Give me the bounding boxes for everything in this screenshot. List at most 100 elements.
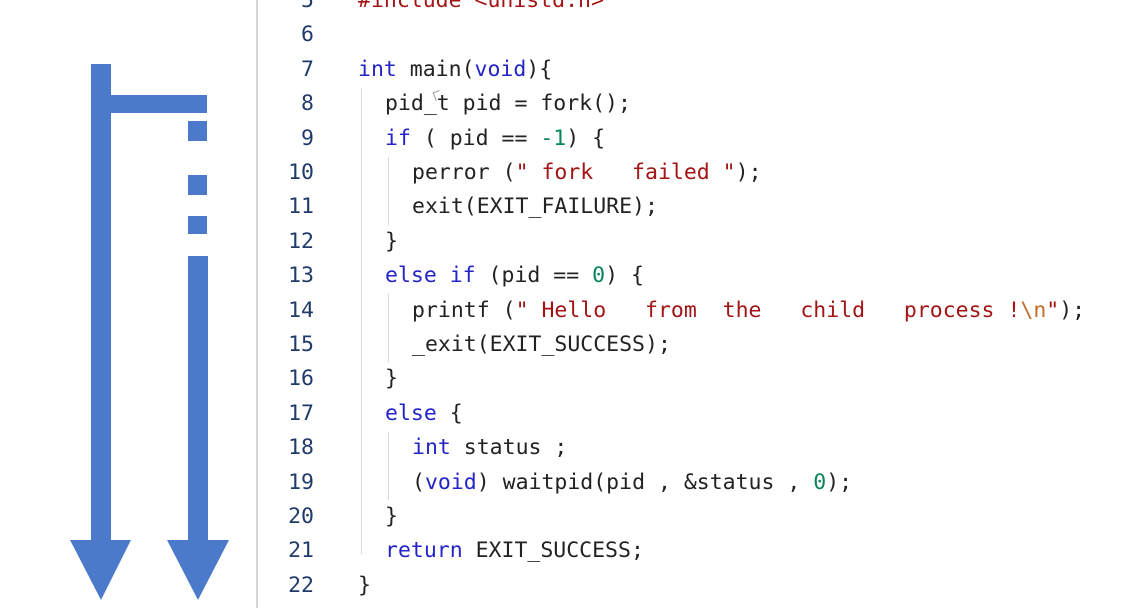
code-text: printf (" Hello from the child process !…	[412, 294, 1085, 328]
code-editor[interactable]: 5 #include <unistd.h> 6 7 int main(void){8 pi…	[256, 0, 1133, 608]
code-token: _exit(EXIT_SUCCESS);	[412, 332, 671, 357]
parent-process-arrowhead	[70, 540, 131, 600]
code-token: ) waitpid(pid , &status ,	[476, 469, 814, 495]
code-line[interactable]: 6	[258, 18, 1133, 52]
code-line[interactable]: 20}	[258, 500, 1133, 534]
code-token: {	[436, 400, 463, 426]
child-process-arrow-shaft	[188, 256, 208, 544]
line-number: 9	[301, 125, 314, 151]
line-number: 7	[301, 56, 314, 82]
code-text: }	[358, 569, 371, 603]
code-line[interactable]: 9 if ( pid == -1) {	[258, 122, 1133, 156]
code-token: EXIT_SUCCESS;	[462, 538, 644, 564]
code-line[interactable]: 21 return EXIT_SUCCESS;	[258, 534, 1133, 568]
code-token: void	[474, 56, 527, 82]
code-token: else	[385, 400, 437, 426]
code-token: }	[385, 366, 398, 392]
code-token: ) {	[605, 263, 644, 289]
line-number: 12	[288, 228, 314, 254]
code-line[interactable]: 16}	[258, 362, 1133, 396]
code-text: }	[385, 362, 398, 396]
code-token: exit(EXIT_FAILURE);	[412, 194, 658, 220]
code-token: ){	[526, 56, 553, 82]
code-token: );	[735, 160, 762, 185]
code-text: else {	[385, 397, 463, 431]
line-number: 19	[288, 469, 314, 495]
code-token: 0	[813, 469, 827, 495]
code-token: }	[358, 572, 371, 598]
code-text: #include <unistd.h>	[358, 0, 604, 18]
code-token: #include <unistd.h>	[358, 0, 604, 13]
code-token: ) {	[566, 125, 606, 151]
code-token: int	[358, 56, 397, 82]
code-token: " Hello from the child process !	[515, 297, 1021, 323]
code-token: );	[826, 469, 853, 495]
line-number: 22	[288, 572, 314, 598]
code-line[interactable]: 22}	[258, 569, 1133, 603]
fork-branch-connector	[91, 95, 207, 113]
code-line[interactable]: 19 (void) waitpid(pid , &status , 0);	[258, 466, 1133, 500]
code-token: void	[424, 469, 477, 495]
code-token: 0	[592, 263, 606, 289]
child-branch-dash-3	[188, 216, 207, 234]
code-token: -1	[540, 125, 567, 151]
line-number: 6	[301, 22, 314, 48]
code-text: pid_t pid = fork();	[385, 87, 631, 121]
code-text: int main(void){	[358, 53, 552, 87]
code-token: "	[1046, 297, 1060, 323]
parent-process-arrow-shaft	[91, 64, 111, 544]
code-line[interactable]: 17 else {	[258, 397, 1133, 431]
code-token: printf (	[412, 297, 516, 323]
line-number: 14	[288, 297, 314, 323]
code-token: pid_t pid = fork();	[385, 91, 631, 117]
code-text: return EXIT_SUCCESS;	[385, 534, 644, 568]
code-token: int	[412, 435, 451, 461]
code-text: }	[385, 500, 398, 534]
code-line[interactable]: 7 int main(void){	[258, 53, 1133, 87]
code-line[interactable]: 14 printf (" Hello from the child process…	[258, 294, 1133, 328]
code-text: _exit(EXIT_SUCCESS);	[412, 328, 671, 362]
code-text: }	[385, 225, 398, 259]
line-number: 15	[288, 332, 314, 357]
code-token: \n	[1020, 297, 1047, 323]
line-number: 10	[288, 160, 314, 185]
code-line[interactable]: 10 perror (" fork failed ");	[258, 156, 1133, 190]
code-line[interactable]: 15 _exit(EXIT_SUCCESS);	[258, 328, 1133, 362]
code-text: perror (" fork failed ");	[412, 156, 762, 190]
code-line[interactable]: 18 int status ;	[258, 431, 1133, 465]
code-token: ( pid ==	[410, 125, 541, 151]
line-number: 21	[288, 538, 314, 564]
line-number: 16	[288, 366, 314, 392]
child-branch-dash-2	[188, 175, 207, 195]
code-token: status ;	[450, 435, 568, 461]
child-process-arrowhead	[167, 540, 229, 600]
line-number: 5	[301, 0, 314, 13]
code-line[interactable]: 12}	[258, 225, 1133, 259]
code-token: " fork failed "	[515, 160, 736, 185]
code-line[interactable]: 5 #include <unistd.h>	[258, 0, 1133, 18]
code-token: (	[412, 469, 425, 495]
code-text: exit(EXIT_FAILURE);	[412, 190, 658, 224]
line-number: 13	[288, 263, 314, 289]
child-branch-dash-1	[188, 121, 207, 141]
code-token: if	[385, 125, 411, 151]
line-number: 17	[288, 400, 314, 426]
line-number: 20	[288, 504, 314, 529]
code-text: else if (pid == 0) {	[385, 259, 644, 293]
line-number: 11	[288, 194, 314, 220]
code-text: int status ;	[412, 431, 567, 465]
code-line[interactable]: 11 exit(EXIT_FAILURE);	[258, 190, 1133, 224]
code-line[interactable]: 13 else if (pid == 0) {	[258, 259, 1133, 293]
code-text: (void) waitpid(pid , &status , 0);	[412, 466, 852, 500]
process-fork-diagram	[70, 64, 229, 600]
line-number: 18	[288, 435, 314, 461]
code-token: }	[385, 228, 398, 254]
code-token: (pid ==	[475, 263, 593, 289]
code-text: if ( pid == -1) {	[385, 122, 605, 156]
line-number: 8	[301, 91, 314, 117]
code-line[interactable]: 8 pid_t pid = fork();	[258, 87, 1133, 121]
code-token: }	[385, 504, 398, 529]
code-token: main(	[396, 56, 475, 82]
code-token: perror (	[412, 160, 516, 185]
code-token: else if	[385, 263, 476, 289]
